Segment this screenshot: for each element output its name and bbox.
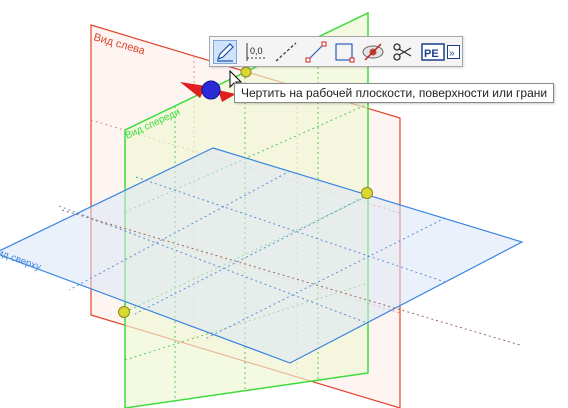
dimension-icon: 0,0 (246, 43, 267, 61)
pencil-sketch-icon (216, 43, 234, 62)
triad-center-sphere[interactable] (201, 80, 221, 100)
control-point[interactable] (118, 306, 130, 318)
line-icon (305, 41, 327, 63)
construction-line-icon (275, 42, 297, 62)
dimension-tool-button[interactable]: 0,0 (245, 40, 269, 64)
expand-more-label: » (449, 48, 455, 59)
hide-icon (362, 43, 384, 61)
rectangle-icon (335, 43, 355, 63)
dimension-label: 0,0 (250, 46, 263, 56)
rectangle-tool-button[interactable] (332, 40, 356, 64)
hide-tool-button[interactable] (361, 40, 385, 64)
text-icon: PE (421, 43, 445, 61)
expand-more-icon: » (447, 45, 460, 59)
expand-toolbar-button[interactable]: » (447, 40, 460, 64)
tooltip: Чертить на рабочей плоскости, поверхност… (234, 83, 555, 103)
sketch-tool-button[interactable] (213, 40, 237, 64)
line-tool-button[interactable] (304, 40, 328, 64)
text-tool-button[interactable]: PE (421, 40, 445, 64)
trim-tool-button[interactable] (391, 40, 415, 64)
sketch-toolbar: 0,0 PE » (209, 36, 463, 67)
top-view-plane[interactable] (0, 147, 524, 364)
trim-scissors-icon (393, 43, 412, 61)
text-tool-label: PE (424, 48, 439, 60)
control-point[interactable] (361, 187, 373, 199)
construction-line-tool-button[interactable] (274, 40, 298, 64)
